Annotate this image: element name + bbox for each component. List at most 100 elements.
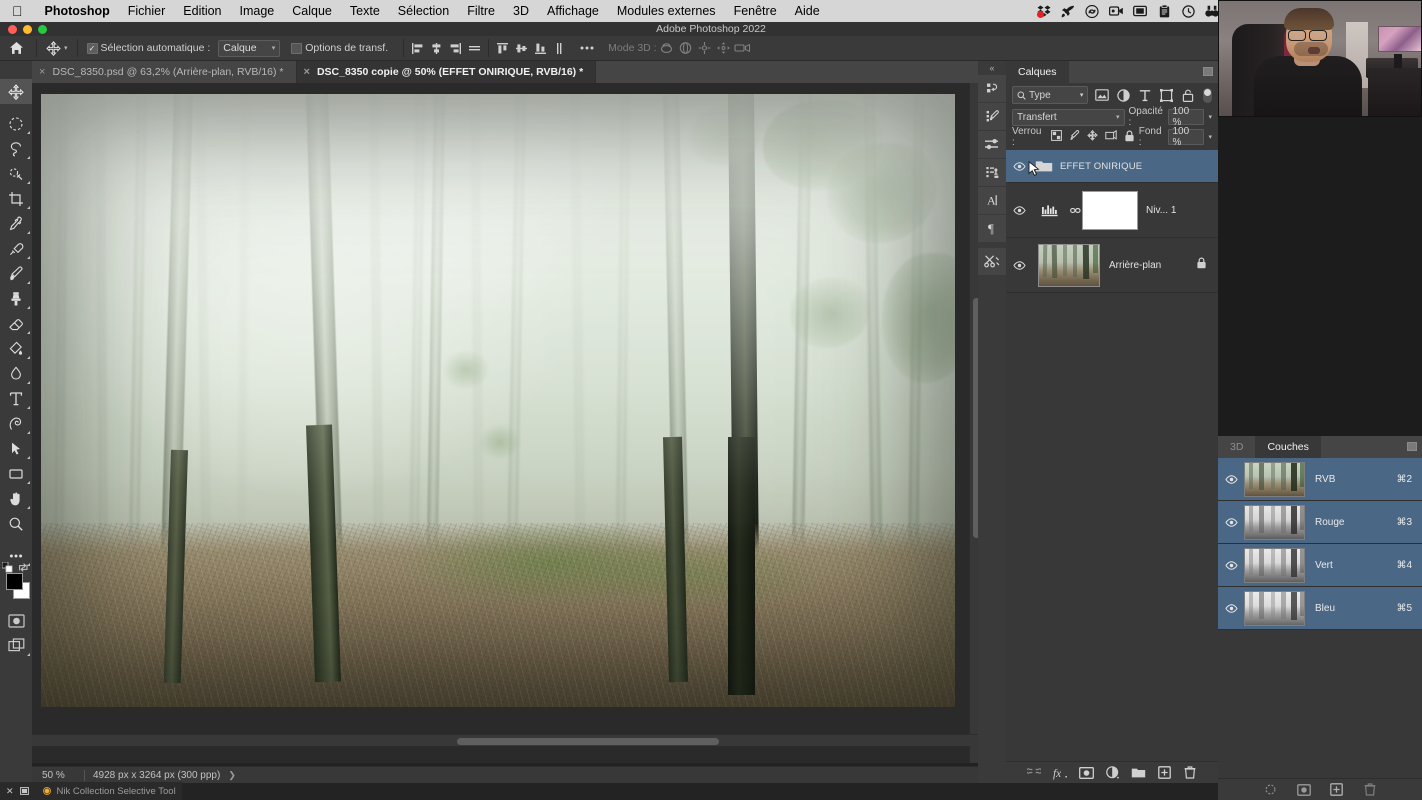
- type-tool[interactable]: [0, 386, 32, 411]
- clipboard-icon[interactable]: [1152, 0, 1176, 22]
- drag-3d-icon[interactable]: [695, 38, 714, 59]
- active-tool-selector[interactable]: ▾: [41, 36, 73, 61]
- history-panel-icon[interactable]: [978, 75, 1006, 102]
- layer-lock-icon[interactable]: [1196, 256, 1218, 274]
- tab-calques[interactable]: Calques: [1006, 61, 1069, 83]
- lock-all-icon[interactable]: [1124, 130, 1135, 145]
- panel-menu-icon[interactable]: [1407, 442, 1417, 451]
- layer-mask-thumbnail[interactable]: [1082, 190, 1138, 230]
- scale-3d-icon[interactable]: [733, 38, 752, 59]
- lasso-tool[interactable]: [0, 136, 32, 161]
- panel-menu-icon[interactable]: [1203, 67, 1213, 76]
- channel-row-rouge[interactable]: Rouge ⌘3: [1218, 501, 1422, 544]
- channel-visibility-toggle[interactable]: [1218, 517, 1244, 527]
- gradient-tool[interactable]: [0, 336, 32, 361]
- roll-3d-icon[interactable]: [676, 38, 695, 59]
- apple-menu-icon[interactable]: : [0, 4, 36, 18]
- layer-filter-kind-dropdown[interactable]: Type ▾: [1012, 86, 1089, 104]
- filter-shape-icon[interactable]: [1158, 85, 1175, 105]
- color-swatches[interactable]: [0, 561, 32, 606]
- brush-tool[interactable]: [0, 261, 32, 286]
- scrollbar-thumb[interactable]: [457, 738, 719, 745]
- canvas-image[interactable]: [41, 94, 955, 707]
- home-icon[interactable]: [0, 41, 32, 55]
- pen-tool[interactable]: [0, 411, 32, 436]
- channel-visibility-toggle[interactable]: [1218, 560, 1244, 570]
- add-layer-mask-icon[interactable]: [1078, 765, 1094, 781]
- lock-position-icon[interactable]: [1086, 129, 1098, 144]
- zoom-level[interactable]: 50 %: [32, 770, 84, 781]
- vpn-rocket-icon[interactable]: [1056, 0, 1080, 22]
- opacity-value[interactable]: 100 %: [1168, 106, 1205, 128]
- rectangle-tool[interactable]: [0, 461, 32, 486]
- new-adjustment-layer-icon[interactable]: [1105, 765, 1120, 781]
- minimize-icon[interactable]: [19, 782, 29, 800]
- menu-item-affichage[interactable]: Affichage: [538, 0, 608, 22]
- time-machine-icon[interactable]: [1176, 0, 1200, 22]
- filter-adjustment-icon[interactable]: [1115, 85, 1132, 105]
- eraser-tool[interactable]: [0, 311, 32, 336]
- menu-item-fenetre[interactable]: Fenêtre: [725, 0, 786, 22]
- creative-cloud-icon[interactable]: [1080, 0, 1104, 22]
- document-tab-active[interactable]: × DSC_8350 copie @ 50% (EFFET ONIRIQUE, …: [296, 61, 597, 83]
- layer-style-fx-icon[interactable]: fx: [1053, 765, 1068, 781]
- zoom-tool[interactable]: [0, 511, 32, 536]
- layer-row-arriere-plan[interactable]: Arrière-plan: [1006, 238, 1218, 293]
- layer-thumbnail[interactable]: [1038, 243, 1100, 287]
- transform-controls-option[interactable]: Options de transf.: [286, 36, 393, 61]
- align-vertical-centers-icon[interactable]: [512, 38, 531, 59]
- collapse-panels-icon[interactable]: «: [978, 61, 1006, 75]
- menu-item-texte[interactable]: Texte: [341, 0, 389, 22]
- channel-thumbnail[interactable]: [1244, 504, 1305, 540]
- lock-transparent-pixels-icon[interactable]: [1050, 130, 1062, 144]
- new-group-icon[interactable]: [1131, 765, 1146, 781]
- screen-mode-icon[interactable]: [0, 633, 32, 658]
- filter-pixel-icon[interactable]: [1093, 85, 1110, 105]
- close-icon[interactable]: ×: [39, 66, 45, 78]
- actions-panel-icon[interactable]: [978, 159, 1006, 186]
- crop-tool[interactable]: [0, 186, 32, 211]
- auto-select-checkbox[interactable]: ✓: [86, 42, 98, 54]
- filter-enable-toggle[interactable]: [1203, 87, 1212, 103]
- save-selection-as-channel-icon[interactable]: [1296, 782, 1311, 798]
- menu-item-edition[interactable]: Edition: [174, 0, 230, 22]
- channel-thumbnail[interactable]: [1244, 461, 1305, 497]
- filter-type-icon[interactable]: [1136, 85, 1153, 105]
- channel-thumbnail[interactable]: [1244, 590, 1305, 626]
- chevron-down-icon[interactable]: ▾: [1080, 91, 1084, 99]
- layer-visibility-toggle[interactable]: [1006, 260, 1032, 270]
- brush-settings-icon[interactable]: [978, 103, 1006, 130]
- auto-select-target-dropdown[interactable]: Calque ▾: [218, 39, 281, 57]
- chevron-right-icon[interactable]: ❯: [228, 770, 236, 781]
- layer-row-effet-onirique[interactable]: EFFET ONIRIQUE: [1006, 150, 1218, 183]
- auto-select-option[interactable]: ✓ Sélection automatique :: [82, 36, 216, 61]
- delete-layer-icon[interactable]: [1183, 765, 1198, 781]
- healing-brush-tool[interactable]: [0, 236, 32, 261]
- close-icon[interactable]: ✕: [6, 786, 14, 797]
- distribute-horizontal-icon[interactable]: [465, 38, 484, 59]
- close-icon[interactable]: ×: [304, 66, 310, 78]
- filter-smart-object-icon[interactable]: [1180, 85, 1197, 105]
- adjustments-icon[interactable]: [978, 131, 1006, 158]
- canvas-horizontal-scrollbar[interactable]: [32, 734, 982, 746]
- menu-item-fichier[interactable]: Fichier: [119, 0, 175, 22]
- document-tab-inactive[interactable]: × DSC_8350.psd @ 63,2% (Arrière-plan, RV…: [32, 61, 297, 83]
- paragraph-panel-icon[interactable]: ¶: [978, 215, 1006, 242]
- quick-mask-icon[interactable]: [0, 608, 32, 633]
- slide-3d-icon[interactable]: [714, 38, 733, 59]
- hand-tool[interactable]: [0, 486, 32, 511]
- distribute-vertical-icon[interactable]: [550, 38, 569, 59]
- move-tool[interactable]: [0, 79, 32, 104]
- tab-couches[interactable]: Couches: [1255, 436, 1321, 458]
- channel-visibility-toggle[interactable]: [1218, 603, 1244, 613]
- lock-artboard-nesting-icon[interactable]: [1105, 129, 1117, 144]
- rotate-3d-icon[interactable]: [657, 38, 676, 59]
- new-layer-icon[interactable]: [1157, 765, 1172, 781]
- character-panel-icon[interactable]: A: [978, 187, 1006, 214]
- menu-item-selection[interactable]: Sélection: [389, 0, 458, 22]
- channel-row-bleu[interactable]: Bleu ⌘5: [1218, 587, 1422, 630]
- align-bottom-edges-icon[interactable]: [531, 38, 550, 59]
- menu-item-photoshop[interactable]: Photoshop: [36, 0, 119, 22]
- clone-stamp-tool[interactable]: [0, 286, 32, 311]
- channel-thumbnail[interactable]: [1244, 547, 1305, 583]
